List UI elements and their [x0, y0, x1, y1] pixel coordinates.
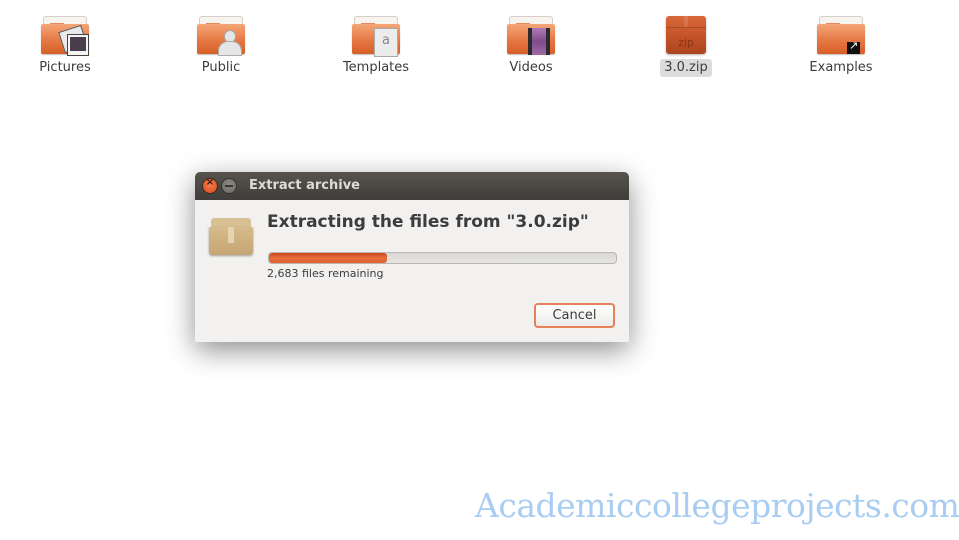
symlink-arrow-icon: ↗: [847, 39, 860, 54]
dialog-title: Extract archive: [249, 178, 361, 193]
watermark: Academiccollegeprojects.com: [475, 486, 959, 525]
videos-folder-icon: [507, 14, 555, 56]
zip-archive-icon: zip: [662, 14, 710, 56]
file-videos[interactable]: Videos: [476, 14, 586, 77]
dialog-heading: Extracting the files from "3.0.zip": [267, 212, 589, 232]
progress-fill: [269, 253, 387, 263]
templates-folder-icon: a: [352, 14, 400, 57]
package-box-icon: [209, 218, 253, 258]
dialog-titlebar[interactable]: × Extract archive: [195, 172, 629, 200]
file-label: Videos: [509, 60, 553, 75]
file-label: 3.0.zip: [660, 59, 712, 77]
file-label: Public: [201, 60, 241, 75]
minimize-button[interactable]: [222, 179, 236, 193]
file-pictures[interactable]: Pictures: [10, 14, 120, 77]
file-examples[interactable]: ↗ Examples: [786, 14, 896, 77]
close-button[interactable]: ×: [203, 177, 217, 193]
examples-folder-icon: ↗: [817, 14, 865, 56]
file-label: Examples: [809, 60, 873, 75]
pictures-folder-icon: [41, 14, 89, 56]
file-3-0-zip[interactable]: zip 3.0.zip: [631, 14, 741, 77]
file-templates[interactable]: a Templates: [321, 14, 431, 77]
file-public[interactable]: Public: [166, 14, 276, 77]
minimize-icon: [225, 185, 233, 187]
close-icon: ×: [205, 177, 215, 188]
file-label: Templates: [342, 60, 410, 75]
files-remaining-status: 2,683 files remaining: [267, 267, 384, 280]
public-folder-icon: [197, 14, 245, 56]
progress-bar: [268, 252, 617, 264]
zip-badge: zip: [678, 36, 694, 49]
file-label: Pictures: [39, 60, 91, 75]
cancel-button[interactable]: Cancel: [534, 303, 615, 328]
extract-archive-dialog: × Extract archive Extracting the files f…: [195, 172, 629, 342]
